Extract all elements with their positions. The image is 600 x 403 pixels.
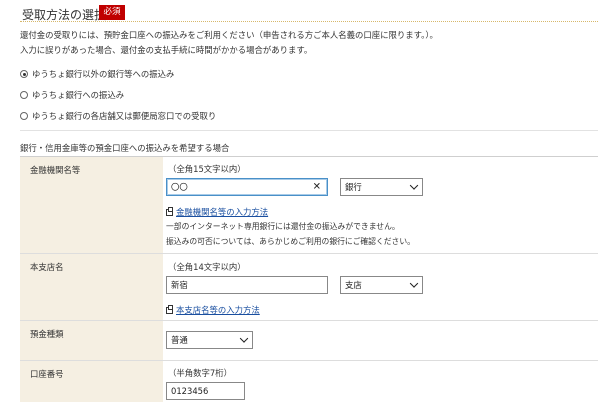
chevron-down-icon: [409, 181, 419, 190]
branch-help-link[interactable]: 本支店名等の入力方法: [176, 304, 260, 316]
branch-hint: （全角14文字以内）: [168, 262, 246, 272]
intro-line-2: 入力に誤りがあった場合、還付金の支払手続に時間がかかる場合があります。: [20, 45, 313, 55]
radio-button[interactable]: [20, 112, 28, 120]
account-number-label: 口座番号: [30, 369, 64, 379]
option-post-office-pickup[interactable]: ゆうちょ銀行の各店舗又は郵便局窓口での受取り: [20, 109, 216, 123]
required-badge: 必須: [99, 5, 125, 20]
account-number-hint: （半角数字7桁）: [168, 368, 232, 378]
deposit-type-value: 普通: [171, 335, 188, 345]
radio-button-selected[interactable]: [20, 70, 28, 78]
deposit-type-select[interactable]: 普通: [166, 331, 253, 349]
institution-label-cell: 金融機関名等: [20, 157, 163, 254]
account-number-input[interactable]: 0123456: [166, 382, 245, 400]
institution-note-2: 振込みの可否については、あらかじめご利用の銀行にご確認ください。: [166, 237, 415, 246]
branch-type-select[interactable]: 支店: [340, 276, 423, 294]
branch-name-input[interactable]: 新宿: [166, 276, 328, 294]
account-number-label-cell: 口座番号: [20, 361, 163, 402]
institution-name-input[interactable]: 〇〇 ✕: [166, 178, 328, 196]
intro-line-1: 還付金の受取りには、預貯金口座への振込みをご利用ください（申告される方ご本人名義…: [20, 30, 438, 40]
institution-help-link[interactable]: 金融機関名等の入力方法: [176, 206, 268, 218]
institution-type-value: 銀行: [345, 182, 362, 192]
section-divider: [20, 130, 598, 131]
radio-button[interactable]: [20, 91, 28, 99]
institution-type-select[interactable]: 銀行: [340, 178, 423, 196]
chevron-down-icon: [239, 334, 249, 343]
option-label: ゆうちょ銀行への振込み: [32, 90, 125, 100]
deposit-type-label: 預金種類: [30, 329, 64, 339]
external-link-icon: [166, 206, 173, 216]
deposit-type-label-cell: 預金種類: [20, 321, 163, 361]
external-link-icon: [166, 304, 173, 314]
branch-label: 本支店名: [30, 262, 64, 272]
branch-label-cell: 本支店名: [20, 254, 163, 321]
chevron-down-icon: [409, 279, 419, 288]
branch-type-value: 支店: [345, 280, 362, 290]
institution-help-link-row[interactable]: 金融機関名等の入力方法: [166, 206, 268, 218]
account-number-value: 0123456: [171, 386, 209, 396]
option-yucho-transfer[interactable]: ゆうちょ銀行への振込み: [20, 88, 124, 102]
institution-note-1: 一部のインターネット専用銀行には還付金の振込みができません。: [166, 222, 400, 231]
institution-hint: （全角15文字以内）: [168, 164, 246, 174]
option-label: ゆうちょ銀行以外の銀行等への振込み: [32, 69, 175, 79]
institution-label: 金融機関名等: [30, 165, 81, 175]
title-divider: [20, 21, 598, 22]
option-bank-transfer[interactable]: ゆうちょ銀行以外の銀行等への振込み: [20, 67, 174, 81]
bank-section-heading: 銀行・信用金庫等の預金口座への振込みを希望する場合: [20, 143, 230, 153]
option-label: ゆうちょ銀行の各店舗又は郵便局窓口での受取り: [32, 111, 217, 121]
branch-help-link-row[interactable]: 本支店名等の入力方法: [166, 304, 260, 316]
institution-name-value: 〇〇: [171, 182, 188, 192]
close-icon[interactable]: ✕: [313, 182, 321, 193]
branch-name-value: 新宿: [171, 280, 188, 290]
